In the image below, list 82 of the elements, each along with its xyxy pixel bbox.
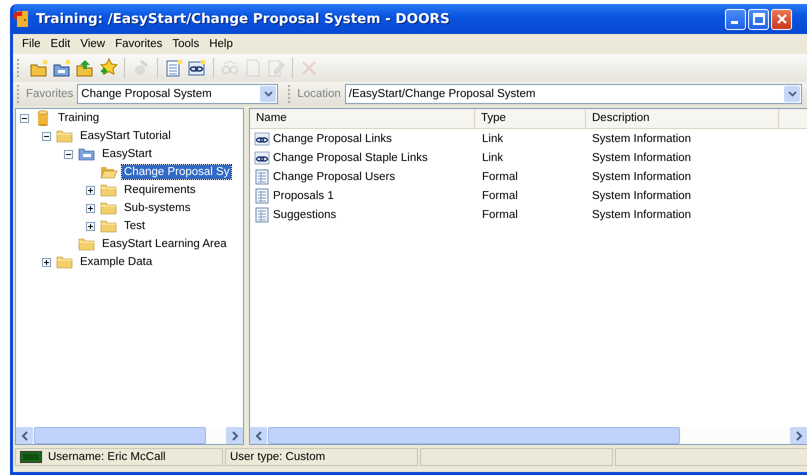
tree-item[interactable]: Training bbox=[56, 111, 102, 125]
column-header[interactable]: Description bbox=[586, 109, 779, 128]
chevron-right-icon[interactable] bbox=[230, 430, 238, 440]
new-project-icon[interactable] bbox=[52, 58, 72, 78]
tree-item[interactable]: EasyStart Learning Area bbox=[100, 237, 229, 251]
column-header[interactable]: Type bbox=[475, 109, 586, 128]
window-title: Training: /EasyStart/Change Proposal System - DOORS bbox=[36, 11, 450, 27]
menu-item[interactable]: View bbox=[75, 38, 110, 50]
document-icon bbox=[254, 168, 270, 184]
chevron-left-icon[interactable] bbox=[254, 430, 262, 440]
star-icon[interactable] bbox=[98, 58, 118, 78]
tree-item[interactable]: Sub-systems bbox=[122, 201, 192, 215]
table-cell-text: Formal bbox=[482, 170, 519, 182]
chain-link-icon bbox=[254, 130, 270, 146]
location-label: Location bbox=[297, 88, 341, 100]
table-cell-text: Formal bbox=[482, 208, 519, 220]
folder-icon bbox=[56, 128, 74, 144]
document-icon bbox=[254, 188, 270, 204]
tree-item[interactable]: Test bbox=[122, 219, 148, 233]
horizontal-scrollbar[interactable] bbox=[16, 427, 243, 444]
minimize-icon bbox=[730, 21, 738, 24]
menu-item[interactable]: Favorites bbox=[110, 38, 168, 50]
module-name[interactable]: Proposals 1 bbox=[273, 190, 334, 202]
folder-icon bbox=[100, 164, 118, 180]
folder-up-icon[interactable] bbox=[75, 58, 95, 78]
chain-link-icon bbox=[254, 150, 270, 166]
chevron-down-icon bbox=[788, 91, 796, 97]
formal-icon[interactable] bbox=[164, 58, 184, 78]
module-name[interactable]: Change Proposal Staple Links bbox=[273, 152, 428, 164]
column-header[interactable]: Name bbox=[250, 109, 475, 128]
tree-item[interactable]: Change Proposal Sy bbox=[122, 165, 232, 179]
module-name[interactable]: Suggestions bbox=[273, 208, 336, 220]
new-folder-icon[interactable] bbox=[29, 58, 49, 78]
folder-icon bbox=[78, 236, 96, 252]
maximize-button[interactable] bbox=[748, 8, 769, 30]
module-name[interactable]: Change Proposal Links bbox=[273, 132, 392, 144]
table-cell-text: Formal bbox=[482, 190, 519, 202]
minimize-button[interactable] bbox=[725, 8, 746, 30]
chevron-right-icon[interactable] bbox=[794, 430, 802, 440]
location-dropdown[interactable]: /EasyStart/Change Proposal System bbox=[344, 84, 802, 104]
expander-icon[interactable] bbox=[86, 186, 95, 194]
user-type-text: User type: Custom bbox=[224, 448, 418, 466]
table-cell-text: System Information bbox=[592, 190, 692, 202]
favorites-dropdown[interactable]: Change Proposal System bbox=[77, 84, 278, 104]
expander-icon[interactable] bbox=[20, 114, 29, 122]
username-text: Username: Eric McCall bbox=[48, 451, 166, 463]
folder-icon bbox=[56, 254, 74, 270]
expander-icon[interactable] bbox=[64, 150, 73, 158]
expander-icon[interactable] bbox=[42, 132, 51, 140]
folder-icon bbox=[100, 200, 118, 216]
table-cell-text: Link bbox=[482, 132, 504, 144]
horizontal-scrollbar[interactable] bbox=[250, 427, 807, 444]
maximize-icon bbox=[752, 13, 764, 25]
tree-item[interactable]: Requirements bbox=[122, 183, 198, 197]
table-cell-text: Link bbox=[482, 152, 504, 164]
close-icon bbox=[776, 13, 788, 25]
table-cell-text: System Information bbox=[592, 152, 692, 164]
link-icon[interactable] bbox=[187, 58, 207, 78]
table-cell-text: System Information bbox=[592, 170, 692, 182]
folder-icon bbox=[100, 218, 118, 234]
door-icon bbox=[14, 10, 30, 28]
folder-icon bbox=[100, 182, 118, 198]
menu-item[interactable]: File bbox=[17, 38, 46, 50]
tree-item[interactable]: EasyStart bbox=[100, 147, 154, 161]
menu-item[interactable]: Help bbox=[204, 38, 238, 50]
close-button[interactable] bbox=[771, 8, 792, 30]
menu-item[interactable]: Tools bbox=[167, 38, 204, 50]
expander-icon[interactable] bbox=[42, 258, 51, 266]
table-cell-text: System Information bbox=[592, 132, 692, 144]
connection-status-icon bbox=[20, 451, 42, 463]
chevron-left-icon[interactable] bbox=[20, 430, 28, 440]
expander-icon[interactable] bbox=[86, 222, 95, 230]
menu-item[interactable]: Edit bbox=[46, 38, 76, 50]
module-name[interactable]: Change Proposal Users bbox=[273, 170, 396, 182]
folder-icon bbox=[78, 146, 96, 162]
table-cell-text: System Information bbox=[592, 208, 692, 220]
chevron-down-icon bbox=[264, 91, 273, 97]
favorites-label: Favorites bbox=[26, 88, 74, 100]
expander-icon[interactable] bbox=[86, 204, 95, 212]
tree-item[interactable]: EasyStart Tutorial bbox=[78, 129, 173, 143]
document-icon bbox=[254, 206, 270, 222]
tree-item[interactable]: Example Data bbox=[78, 255, 154, 269]
